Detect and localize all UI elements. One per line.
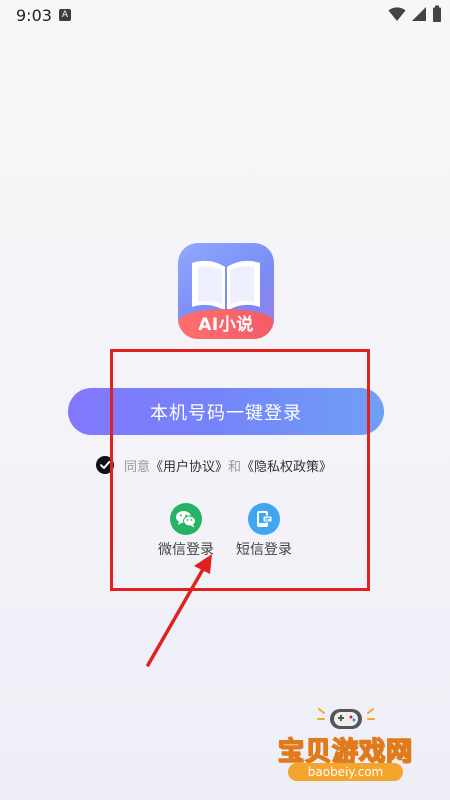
battery-icon <box>433 5 441 22</box>
signal-icon <box>411 7 426 21</box>
sms-login-button[interactable]: 短信登录 <box>229 503 299 559</box>
sms-icon <box>248 503 280 535</box>
status-time: 9:03 <box>16 6 52 25</box>
one-click-login-button[interactable]: 本机号码一键登录 <box>68 388 384 435</box>
annotation-arrow-icon <box>146 554 212 667</box>
wechat-icon <box>170 503 202 535</box>
logo-text: AI小说 <box>198 315 254 335</box>
watermark-logo: 宝贝游戏网 baobeiy.com <box>270 703 420 793</box>
check-icon <box>100 461 111 469</box>
agreement-checkbox[interactable] <box>96 456 114 474</box>
status-icons <box>388 5 442 24</box>
agreement-connector: 和 <box>228 459 242 475</box>
privacy-policy-link[interactable]: 《隐私权政策》 <box>241 456 332 475</box>
sms-login-label: 短信登录 <box>236 542 292 558</box>
wifi-icon <box>388 7 406 22</box>
app-logo: AI小说 <box>178 243 274 339</box>
status-bar: 9:03 A <box>0 0 450 32</box>
watermark-url: baobeiy.com <box>288 763 403 781</box>
notification-badge: A <box>59 9 71 21</box>
user-agreement-link[interactable]: 《用户协议》 <box>150 456 228 475</box>
agreement-row: 同意 《用户协议》 和 《隐私权政策》 <box>96 455 332 475</box>
agreement-prefix: 同意 <box>124 459 151 475</box>
